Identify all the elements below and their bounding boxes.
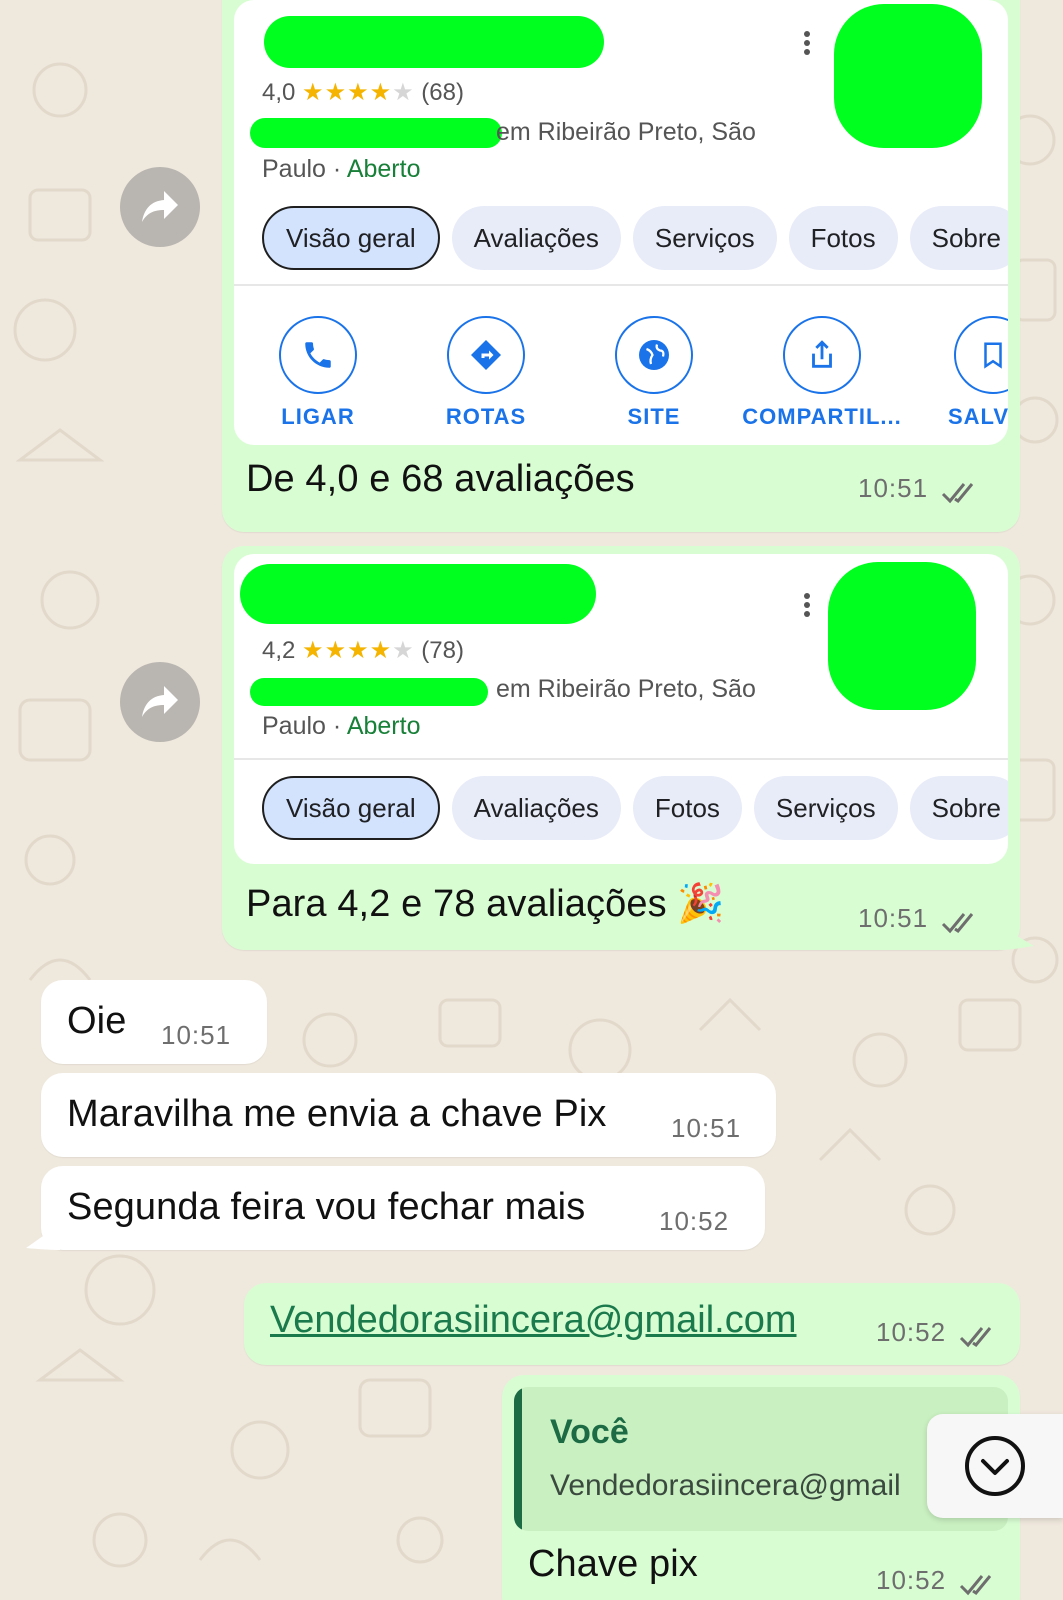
- message-text: Maravilha me envia a chave Pix: [67, 1093, 607, 1135]
- read-receipt-icon: [959, 1326, 991, 1347]
- message-text: Segunda feira vou fechar mais: [67, 1186, 586, 1228]
- stars-icon: ★★★★★: [302, 79, 415, 106]
- forward-icon: [142, 191, 178, 222]
- globe-icon: [639, 340, 669, 370]
- tab-photos[interactable]: Fotos: [788, 206, 898, 270]
- message-time: 10:52: [659, 1206, 730, 1236]
- message-meta: 10:52: [876, 1565, 997, 1596]
- message-text: Chave pix: [528, 1543, 698, 1585]
- tab-reviews[interactable]: Avaliações: [451, 206, 621, 270]
- location-cont: Paulo: [262, 712, 326, 740]
- redaction-mark: [828, 562, 976, 710]
- maps-card-screenshot[interactable]: 4,2 ★★★★★ (78) em Ribeirão Preto, São Pa…: [234, 554, 1008, 864]
- message-time: 10:51: [161, 1020, 232, 1050]
- message-text: De 4,0 e 68 avaliações: [246, 458, 635, 500]
- incoming-message[interactable]: Oie 10:51: [41, 980, 267, 1064]
- message-text: Para 4,2 e 78 avaliações 🎉: [246, 882, 725, 926]
- save-button[interactable]: SALV: [906, 316, 1008, 430]
- rating-row: 4,0 ★★★★★ (68): [262, 78, 464, 107]
- quote-text: Vendedorasiincera@gmail: [550, 1469, 901, 1502]
- message-time: 10:51: [858, 903, 929, 933]
- rating-value: 4,0: [262, 79, 296, 106]
- redaction-mark: [250, 678, 488, 706]
- message-time: 10:51: [858, 473, 929, 503]
- stars-icon: ★★★★★: [302, 637, 415, 664]
- location-text: em Ribeirão Preto, São: [496, 118, 756, 146]
- email-link[interactable]: Vendedorasiincera@gmail.com: [270, 1299, 797, 1342]
- maps-card-screenshot[interactable]: 4,0 ★★★★★ (68) em Ribeirão Preto, São Pa…: [234, 0, 1008, 445]
- site-label: SITE: [627, 404, 681, 429]
- directions-icon: [471, 340, 501, 370]
- redaction-mark: [250, 118, 502, 148]
- quote-bar: [514, 1387, 522, 1531]
- tab-about[interactable]: Sobre: [909, 776, 1008, 840]
- tab-overview[interactable]: Visão geral: [262, 776, 440, 840]
- incoming-message[interactable]: Maravilha me envia a chave Pix 10:51: [41, 1073, 776, 1157]
- read-receipt-icon: [959, 1574, 991, 1595]
- action-buttons: LIGAR ROTAS SITE COMPARTIL... SALV: [234, 316, 1008, 430]
- more-options-icon[interactable]: [804, 590, 812, 620]
- party-popper-emoji: 🎉: [677, 883, 725, 925]
- bubble-tail: [1000, 926, 1034, 950]
- call-button[interactable]: LIGAR: [234, 316, 402, 430]
- rating-value: 4,2: [262, 637, 296, 664]
- message-meta: 10:51: [858, 903, 979, 934]
- redaction-mark: [240, 564, 596, 624]
- directions-label: ROTAS: [445, 404, 527, 429]
- more-options-icon[interactable]: [804, 28, 812, 58]
- tab-services[interactable]: Serviços: [632, 206, 777, 270]
- divider: [234, 284, 1008, 286]
- outgoing-image-message[interactable]: 4,2 ★★★★★ (78) em Ribeirão Preto, São Pa…: [222, 546, 1020, 950]
- bookmark-icon: [984, 342, 1002, 369]
- tab-chips: Visão geral Avaliações Serviços Fotos So…: [262, 206, 1008, 270]
- message-time: 10:52: [876, 1565, 947, 1595]
- message-meta: 10:51: [858, 473, 979, 504]
- location-text: em Ribeirão Preto, São: [496, 675, 756, 703]
- read-receipt-icon: [941, 912, 973, 933]
- open-status: Aberto: [346, 155, 421, 183]
- redaction-mark: [264, 16, 604, 68]
- message-text: Oie: [67, 1000, 127, 1042]
- outgoing-message[interactable]: Vendedorasiincera@gmail.com 10:52: [244, 1283, 1020, 1365]
- message-meta: 10:52: [876, 1317, 997, 1348]
- save-label: SALV: [948, 404, 1008, 429]
- location-status-row: Paulo · Aberto: [262, 151, 420, 188]
- separator: ·: [332, 155, 342, 183]
- location-status-row: Paulo · Aberto: [262, 708, 420, 745]
- scroll-to-bottom-button[interactable]: [927, 1414, 1063, 1518]
- site-button[interactable]: SITE: [570, 316, 738, 430]
- phone-icon: [305, 342, 331, 368]
- tab-overview[interactable]: Visão geral: [262, 206, 440, 270]
- quote-author: Você: [550, 1413, 629, 1451]
- tab-services[interactable]: Serviços: [753, 776, 898, 840]
- read-receipt-icon: [941, 482, 973, 503]
- location-cont: Paulo: [262, 155, 326, 183]
- share-label: COMPARTIL...: [742, 404, 902, 429]
- tab-chips: Visão geral Avaliações Fotos Serviços So…: [262, 776, 1008, 840]
- directions-button[interactable]: ROTAS: [402, 316, 570, 430]
- share-icon: [812, 340, 832, 368]
- share-button[interactable]: COMPARTIL...: [738, 316, 906, 430]
- message-time: 10:52: [876, 1317, 947, 1347]
- review-count: (78): [421, 637, 464, 664]
- rating-row: 4,2 ★★★★★ (78): [262, 636, 464, 665]
- chevron-down-icon: [965, 1436, 1025, 1496]
- tab-reviews[interactable]: Avaliações: [451, 776, 621, 840]
- separator: ·: [332, 712, 342, 740]
- review-count: (68): [421, 79, 464, 106]
- message-time: 10:51: [671, 1113, 742, 1143]
- forward-button[interactable]: [120, 662, 200, 742]
- bubble-tail: [26, 1224, 60, 1250]
- tab-about[interactable]: Sobre: [909, 206, 1008, 270]
- forward-button[interactable]: [120, 167, 200, 247]
- call-label: LIGAR: [281, 404, 355, 429]
- message-text-body: Para 4,2 e 78 avaliações: [246, 883, 667, 925]
- divider: [234, 758, 1008, 760]
- tab-photos[interactable]: Fotos: [632, 776, 742, 840]
- incoming-message[interactable]: Segunda feira vou fechar mais 10:52: [41, 1166, 765, 1250]
- outgoing-image-message[interactable]: 4,0 ★★★★★ (68) em Ribeirão Preto, São Pa…: [222, 0, 1020, 532]
- forward-icon: [142, 686, 178, 717]
- redaction-mark: [834, 4, 982, 148]
- open-status: Aberto: [346, 712, 421, 740]
